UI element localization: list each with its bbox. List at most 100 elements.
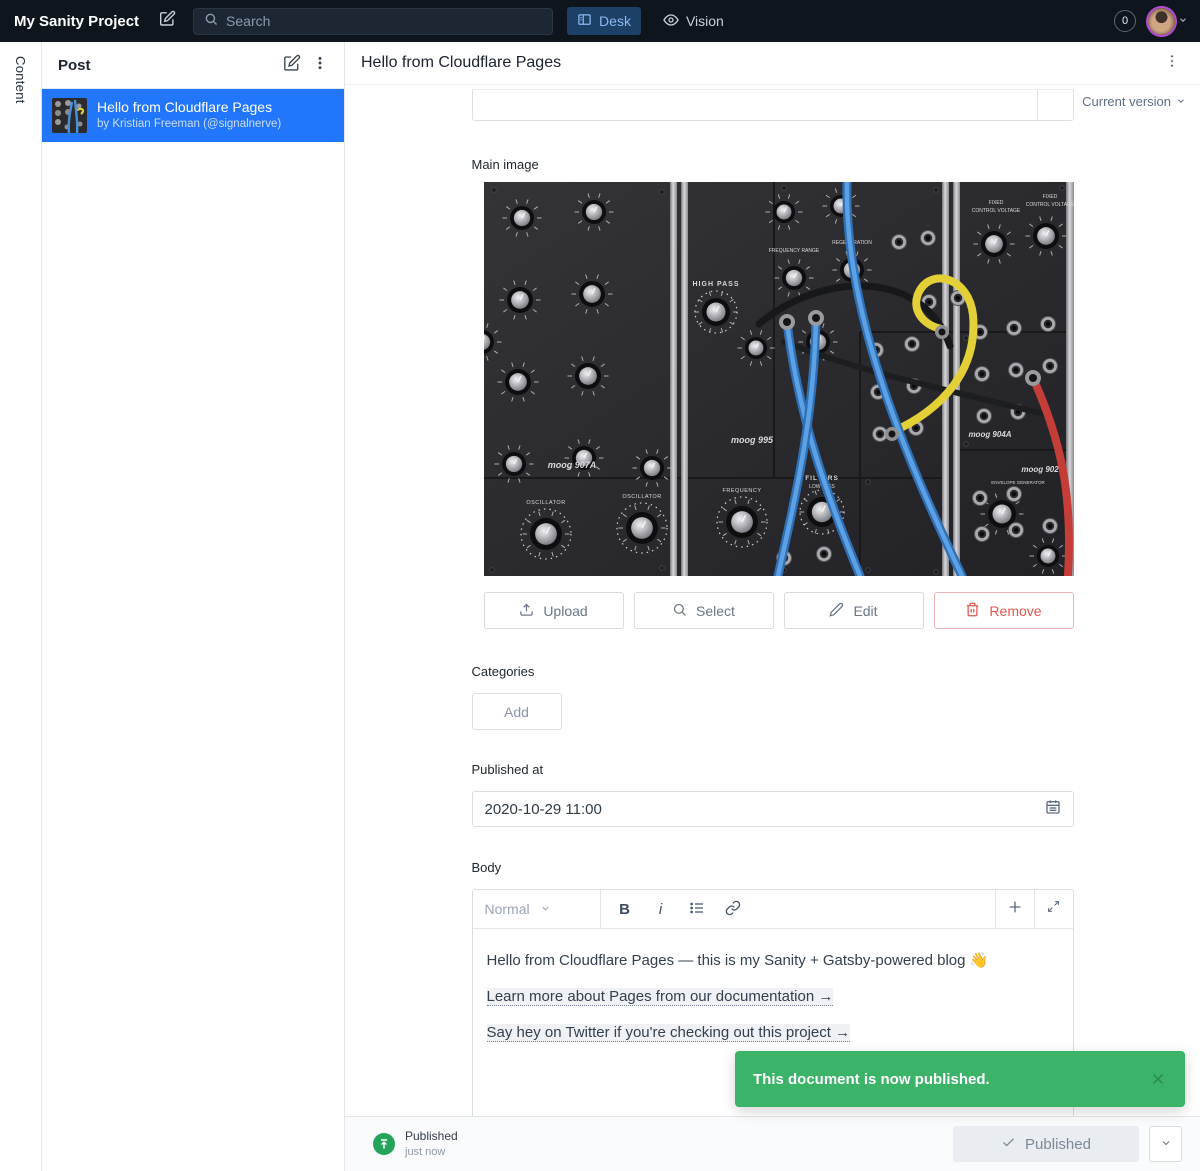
add-category-button[interactable]: Add	[472, 693, 562, 730]
svg-text:HIGH PASS: HIGH PASS	[692, 281, 739, 288]
list-item[interactable]: Hello from Cloudflare Pages by Kristian …	[42, 89, 344, 142]
eye-icon	[663, 12, 679, 31]
svg-text:FREQUENCY: FREQUENCY	[722, 488, 761, 494]
document-footer: Published just now Published	[345, 1116, 1200, 1171]
pane-title: Post	[58, 57, 278, 74]
publish-button-label: Published	[1025, 1136, 1091, 1153]
upload-icon	[519, 602, 534, 620]
compose-icon	[159, 10, 176, 32]
publish-button[interactable]: Published	[953, 1126, 1139, 1162]
list-icon	[689, 900, 705, 919]
list-item-title: Hello from Cloudflare Pages	[97, 99, 281, 117]
tab-vision[interactable]: Vision	[653, 7, 734, 35]
compose-icon	[283, 54, 301, 77]
editor-toolbar: Normal B i	[473, 890, 1073, 929]
sanity-studio: My Sanity Project Desk Vision 0	[0, 0, 1200, 1171]
bold-button[interactable]: B	[609, 890, 641, 928]
search-icon	[672, 602, 687, 620]
notifications-badge[interactable]: 0	[1114, 10, 1136, 32]
body-link-docs[interactable]: Learn more about Pages from our document…	[487, 988, 834, 1006]
document-header: Hello from Cloudflare Pages	[345, 42, 1200, 85]
svg-text:moog 995: moog 995	[730, 435, 773, 445]
body-label: Body	[472, 860, 1074, 876]
edit-button[interactable]: Edit	[784, 592, 924, 629]
document-title: Hello from Cloudflare Pages	[361, 54, 1158, 72]
check-icon	[1001, 1135, 1016, 1154]
tab-desk[interactable]: Desk	[567, 7, 641, 35]
chevron-down-icon	[1176, 94, 1186, 109]
published-at-input[interactable]	[485, 801, 1045, 818]
chevron-down-icon	[1178, 12, 1188, 30]
document-form-area: Current version Main image	[345, 85, 1200, 1116]
svg-text:CONTROL VOLTAGE: CONTROL VOLTAGE	[1025, 202, 1073, 208]
publish-menu-button[interactable]	[1149, 1126, 1182, 1162]
upload-label: Upload	[543, 603, 587, 619]
body-paragraph[interactable]: Hello from Cloudflare Pages — this is my…	[487, 950, 1059, 971]
publish-status-time: just now	[405, 1145, 458, 1159]
chevron-down-icon	[1160, 1137, 1172, 1152]
user-menu[interactable]	[1148, 8, 1188, 35]
pane-menu-button[interactable]	[306, 51, 334, 79]
search-input[interactable]	[226, 13, 542, 29]
slug-field-cutoff[interactable]	[472, 89, 1074, 121]
toast-message: This document is now published.	[753, 1071, 990, 1088]
tab-vision-label: Vision	[686, 13, 724, 29]
block-style-select[interactable]: Normal	[473, 890, 601, 928]
main-image-preview: HIGH PASS moog 907A moog 995 moog 904A m…	[484, 182, 1074, 576]
remove-label: Remove	[989, 603, 1041, 619]
toast-notification: This document is now published.	[735, 1051, 1185, 1107]
document-pane: Hello from Cloudflare Pages Current vers…	[345, 42, 1200, 1171]
version-label: Current version	[1082, 94, 1171, 109]
avatar	[1148, 8, 1175, 35]
published-at-label: Published at	[472, 762, 1074, 778]
search-bar[interactable]	[193, 8, 553, 35]
edit-label: Edit	[853, 603, 877, 619]
search-icon	[204, 12, 218, 31]
fullscreen-button[interactable]	[1034, 890, 1073, 928]
plus-icon	[1007, 899, 1023, 920]
publish-status-icon	[373, 1133, 395, 1155]
svg-text:ENVELOPE GENERATOR: ENVELOPE GENERATOR	[991, 480, 1045, 485]
svg-text:moog 902: moog 902	[1021, 465, 1059, 474]
sidebar-content-strip[interactable]: Content	[0, 42, 42, 1171]
publish-status: Published just now	[405, 1129, 458, 1159]
select-button[interactable]: Select	[634, 592, 774, 629]
select-label: Select	[696, 603, 735, 619]
top-bar: My Sanity Project Desk Vision 0	[0, 0, 1200, 42]
svg-text:FREQUENCY RANGE: FREQUENCY RANGE	[768, 248, 819, 254]
block-style-value: Normal	[485, 901, 533, 917]
bullet-list-button[interactable]	[681, 890, 713, 928]
italic-button[interactable]: i	[645, 890, 677, 928]
link-icon	[725, 900, 741, 919]
desk-icon	[577, 12, 592, 30]
close-icon[interactable]	[1149, 1070, 1167, 1088]
upload-button[interactable]: Upload	[484, 592, 624, 629]
expand-icon	[1047, 900, 1060, 918]
image-actions: Upload Select Edit	[484, 592, 1074, 629]
svg-text:moog 907A: moog 907A	[547, 460, 596, 470]
categories-label: Categories	[472, 664, 1074, 680]
svg-text:OSCILLATOR: OSCILLATOR	[526, 500, 565, 506]
svg-text:CONTROL VOLTAGE: CONTROL VOLTAGE	[971, 208, 1020, 214]
version-selector[interactable]: Current version	[1082, 94, 1186, 109]
tab-desk-label: Desk	[599, 13, 631, 29]
document-menu-button[interactable]	[1158, 49, 1186, 77]
list-item-text: Hello from Cloudflare Pages by Kristian …	[97, 99, 281, 131]
main-image-label: Main image	[472, 157, 1074, 173]
svg-text:FIXED: FIXED	[1042, 194, 1057, 200]
publish-status-label: Published	[405, 1129, 458, 1145]
svg-text:FIXED: FIXED	[988, 200, 1003, 206]
list-item-thumbnail	[52, 98, 87, 133]
calendar-icon[interactable]	[1045, 799, 1061, 820]
remove-button[interactable]: Remove	[934, 592, 1074, 629]
link-button[interactable]	[717, 890, 749, 928]
new-document-button[interactable]	[153, 7, 181, 35]
insert-block-button[interactable]	[995, 890, 1034, 928]
published-at-field	[472, 791, 1074, 827]
svg-text:OSCILLATOR: OSCILLATOR	[622, 494, 661, 500]
create-post-button[interactable]	[278, 51, 306, 79]
svg-text:moog 904A: moog 904A	[968, 430, 1011, 439]
list-item-subtitle: by Kristian Freeman (@signalnerve)	[97, 117, 281, 132]
chevron-down-icon	[540, 901, 588, 917]
body-link-twitter[interactable]: Say hey on Twitter if you're checking ou…	[487, 1024, 851, 1042]
